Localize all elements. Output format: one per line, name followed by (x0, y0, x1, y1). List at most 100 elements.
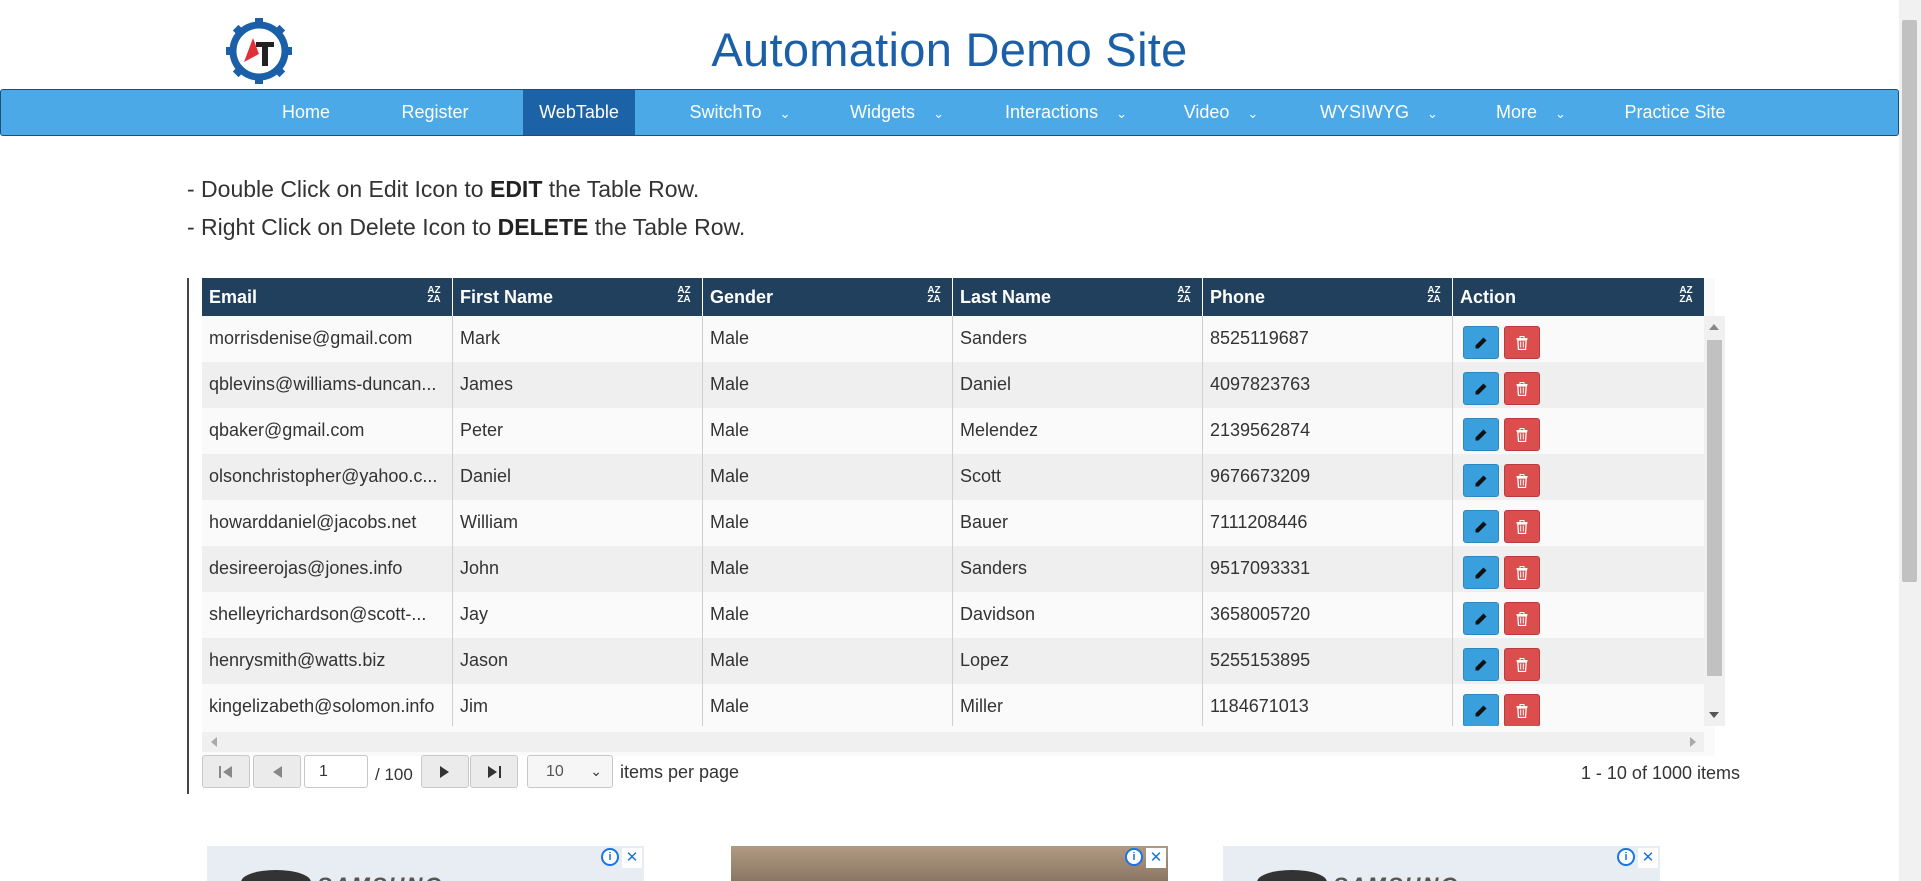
edit-row-button[interactable] (1463, 556, 1499, 589)
ad-banner-right[interactable]: SAMSUNG i✕ (1223, 846, 1660, 881)
table-row[interactable]: shelleyrichardson@scott-... Jay Male Davids… (202, 592, 1704, 638)
first-page-button[interactable] (202, 755, 250, 788)
table-row[interactable]: henrysmith@watts.biz Jason Male Lopez 525515… (202, 638, 1704, 684)
table-horizontal-scrollbar[interactable] (202, 732, 1704, 752)
cell-email[interactable]: olsonchristopher@yahoo.c... (202, 454, 453, 500)
cell-phone[interactable]: 9676673209 (1203, 454, 1453, 500)
cell-email[interactable]: howarddaniel@jacobs.net (202, 500, 453, 546)
cell-phone[interactable]: 7111208446 (1203, 500, 1453, 546)
scrollbar-thumb[interactable] (1707, 340, 1722, 676)
table-vertical-scrollbar[interactable] (1704, 316, 1725, 726)
table-row[interactable]: kingelizabeth@solomon.info Jim Male Miller 1… (202, 684, 1704, 726)
cell-phone[interactable]: 9517093331 (1203, 546, 1453, 592)
sort-icon[interactable]: AZ ZA (1426, 286, 1442, 305)
delete-row-button[interactable] (1504, 602, 1540, 635)
delete-row-button[interactable] (1504, 464, 1540, 497)
cell-last-name[interactable]: Melendez (953, 408, 1203, 454)
nav-widgets[interactable]: Widgets ⌄ (841, 90, 953, 135)
cell-first-name[interactable]: Daniel (453, 454, 703, 500)
delete-row-button[interactable] (1504, 418, 1540, 451)
cell-gender[interactable]: Male (703, 546, 953, 592)
edit-row-button[interactable] (1463, 694, 1499, 726)
page-scrollbar[interactable] (1899, 0, 1921, 881)
scroll-right-arrow-icon[interactable] (1690, 737, 1696, 747)
table-row[interactable]: howarddaniel@jacobs.net William Male Bauer 7… (202, 500, 1704, 546)
cell-first-name[interactable]: Jason (453, 638, 703, 684)
cell-first-name[interactable]: William (453, 500, 703, 546)
scroll-left-arrow-icon[interactable] (211, 737, 217, 747)
close-icon[interactable]: ✕ (622, 848, 642, 868)
table-row[interactable]: qblevins@williams-duncan... James Male Dani… (202, 362, 1704, 408)
cell-email[interactable]: morrisdenise@gmail.com (202, 316, 453, 362)
sort-icon[interactable]: AZ ZA (426, 286, 442, 305)
page-size-select[interactable]: 10 ⌄ (527, 755, 613, 788)
edit-row-button[interactable] (1463, 648, 1499, 681)
cell-last-name[interactable]: Lopez (953, 638, 1203, 684)
cell-email[interactable]: qblevins@williams-duncan... (202, 362, 453, 408)
cell-last-name[interactable]: Bauer (953, 500, 1203, 546)
cell-last-name[interactable]: Sanders (953, 316, 1203, 362)
column-header-first-name[interactable]: First Name AZ ZA (453, 278, 703, 316)
edit-row-button[interactable] (1463, 510, 1499, 543)
nav-webtable[interactable]: WebTable (523, 90, 635, 135)
cell-last-name[interactable]: Daniel (953, 362, 1203, 408)
cell-gender[interactable]: Male (703, 454, 953, 500)
delete-row-button[interactable] (1504, 648, 1540, 681)
ad-banner-left[interactable]: SAMSUNG i✕ (207, 846, 644, 881)
sort-icon[interactable]: AZ ZA (1176, 286, 1192, 305)
page-scrollbar-thumb[interactable] (1902, 20, 1917, 582)
nav-register[interactable]: Register (390, 90, 480, 135)
cell-gender[interactable]: Male (703, 500, 953, 546)
cell-phone[interactable]: 4097823763 (1203, 362, 1453, 408)
edit-row-button[interactable] (1463, 418, 1499, 451)
ad-info-icon[interactable]: i (601, 848, 619, 866)
cell-gender[interactable]: Male (703, 362, 953, 408)
edit-row-button[interactable] (1463, 602, 1499, 635)
delete-row-button[interactable] (1504, 326, 1540, 359)
cell-phone[interactable]: 3658005720 (1203, 592, 1453, 638)
delete-row-button[interactable] (1504, 372, 1540, 405)
column-header-phone[interactable]: Phone AZ ZA (1203, 278, 1453, 316)
cell-phone[interactable]: 1184671013 (1203, 684, 1453, 726)
cell-first-name[interactable]: Jim (453, 684, 703, 726)
column-header-email[interactable]: Email AZ ZA (202, 278, 453, 316)
cell-first-name[interactable]: James (453, 362, 703, 408)
scroll-up-arrow-icon[interactable] (1709, 324, 1719, 330)
edit-row-button[interactable] (1463, 372, 1499, 405)
cell-first-name[interactable]: John (453, 546, 703, 592)
cell-first-name[interactable]: Mark (453, 316, 703, 362)
previous-page-button[interactable] (253, 755, 301, 788)
cell-last-name[interactable]: Sanders (953, 546, 1203, 592)
cell-first-name[interactable]: Jay (453, 592, 703, 638)
table-row[interactable]: olsonchristopher@yahoo.c... Daniel Male Sco… (202, 454, 1704, 500)
ad-banner-center[interactable]: i ✕ (731, 846, 1168, 881)
cell-gender[interactable]: Male (703, 592, 953, 638)
close-icon[interactable]: ✕ (1638, 848, 1658, 868)
nav-practice-site[interactable]: Practice Site (1615, 90, 1735, 135)
nav-video[interactable]: Video ⌄ (1171, 90, 1271, 135)
column-header-last-name[interactable]: Last Name AZ ZA (953, 278, 1203, 316)
cell-phone[interactable]: 2139562874 (1203, 408, 1453, 454)
column-header-gender[interactable]: Gender AZ ZA (703, 278, 953, 316)
delete-row-button[interactable] (1504, 510, 1540, 543)
cell-email[interactable]: shelleyrichardson@scott-... (202, 592, 453, 638)
cell-first-name[interactable]: Peter (453, 408, 703, 454)
nav-switchto[interactable]: SwitchTo ⌄ (681, 90, 799, 135)
cell-gender[interactable]: Male (703, 638, 953, 684)
cell-last-name[interactable]: Scott (953, 454, 1203, 500)
cell-gender[interactable]: Male (703, 316, 953, 362)
cell-phone[interactable]: 8525119687 (1203, 316, 1453, 362)
column-header-action[interactable]: Action AZ ZA (1453, 278, 1704, 316)
cell-email[interactable]: qbaker@gmail.com (202, 408, 453, 454)
last-page-button[interactable] (470, 755, 518, 788)
sort-icon[interactable]: AZ ZA (676, 286, 692, 305)
edit-row-button[interactable] (1463, 326, 1499, 359)
cell-last-name[interactable]: Miller (953, 684, 1203, 726)
nav-interactions[interactable]: Interactions ⌄ (996, 90, 1136, 135)
cell-gender[interactable]: Male (703, 408, 953, 454)
cell-email[interactable]: kingelizabeth@solomon.info (202, 684, 453, 726)
edit-row-button[interactable] (1463, 464, 1499, 497)
sort-icon[interactable]: AZ ZA (926, 286, 942, 305)
close-icon[interactable]: ✕ (1146, 848, 1166, 868)
cell-email[interactable]: henrysmith@watts.biz (202, 638, 453, 684)
